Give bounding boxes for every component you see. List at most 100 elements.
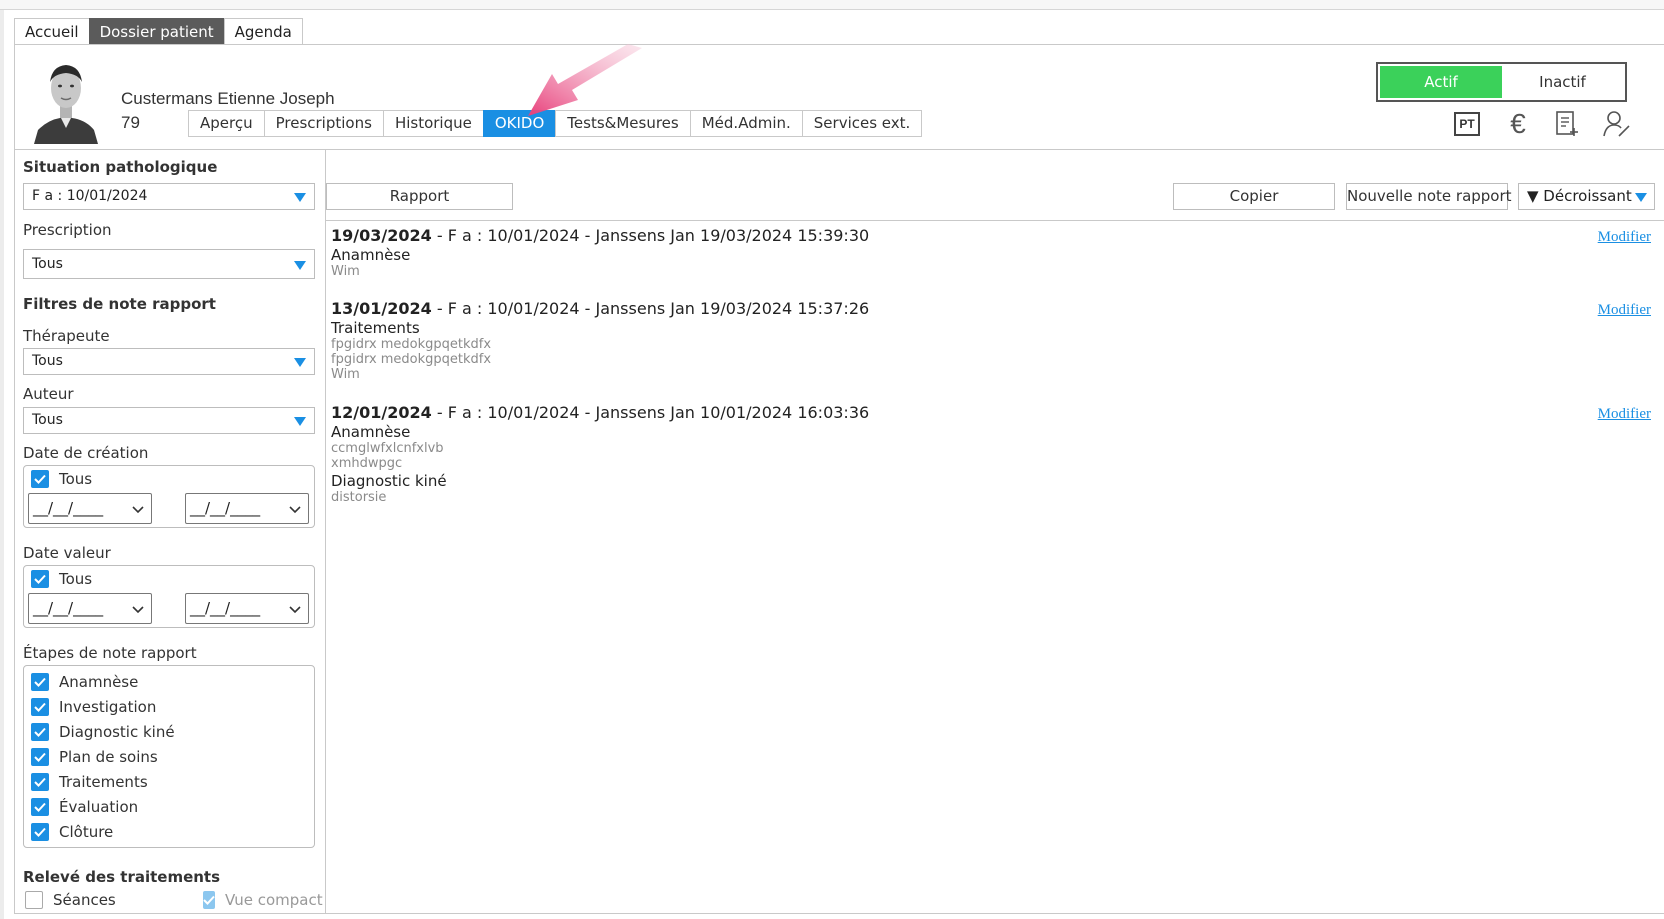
etape-label: Évaluation xyxy=(59,798,139,816)
chevron-down-icon xyxy=(132,506,144,514)
bottom-border xyxy=(15,913,1664,914)
date-creation-all-checkbox[interactable]: Tous xyxy=(31,470,92,488)
note-section-title: Diagnostic kiné xyxy=(331,472,447,490)
date-valeur-all-checkbox[interactable]: Tous xyxy=(31,570,92,588)
modifier-link[interactable]: Modifier xyxy=(1598,406,1651,423)
checkbox-checked-icon xyxy=(31,798,49,816)
seances-checkbox[interactable]: Séances xyxy=(25,891,116,909)
seances-label: Séances xyxy=(53,891,116,909)
therapeute-select[interactable]: Tous xyxy=(23,348,315,375)
etape-checkbox[interactable]: Investigation xyxy=(31,698,156,716)
toggle-actif[interactable]: Actif xyxy=(1380,66,1502,98)
note-header: 12/01/2024 - F a : 10/01/2024 - Janssens… xyxy=(331,403,1651,422)
etape-label: Anamnèse xyxy=(59,673,139,691)
date-valeur-to-value: __/__/____ xyxy=(190,599,261,617)
tab-prescriptions[interactable]: Prescriptions xyxy=(263,110,384,137)
date-creation-to-value: __/__/____ xyxy=(190,499,261,517)
date-valeur-to[interactable]: __/__/____ xyxy=(185,593,309,624)
dropdown-arrow-icon xyxy=(294,417,306,426)
main-tabs: Accueil Dossier patient Agenda xyxy=(14,18,303,45)
note-section-title: Anamnèse xyxy=(331,246,411,264)
date-valeur-from[interactable]: __/__/____ xyxy=(28,593,152,624)
situation-value: F a : 10/01/2024 xyxy=(32,188,148,204)
etape-label: Traitements xyxy=(59,773,148,791)
checkbox-checked-icon xyxy=(31,698,49,716)
prescription-value: Tous xyxy=(32,256,63,272)
therapeute-label: Thérapeute xyxy=(23,327,110,345)
annotation-arrow-icon xyxy=(528,44,642,116)
date-valeur-from-value: __/__/____ xyxy=(33,599,104,617)
etape-checkbox[interactable]: Traitements xyxy=(31,773,148,791)
etape-label: Clôture xyxy=(59,823,114,841)
note-entry: 12/01/2024 - F a : 10/01/2024 - Janssens… xyxy=(331,403,1651,505)
date-creation-from-value: __/__/____ xyxy=(33,499,104,517)
dropdown-arrow-icon xyxy=(294,261,306,270)
note-section-line: Wim xyxy=(331,264,360,279)
note-date: 19/03/2024 xyxy=(331,226,432,245)
prescription-label: Prescription xyxy=(23,221,112,239)
note-section-line: ccmglwfxlcnfxlvb xyxy=(331,441,444,456)
tab-med-admin[interactable]: Méd.Admin. xyxy=(689,110,803,137)
euro-icon[interactable]: € xyxy=(1503,108,1533,139)
etape-checkbox[interactable]: Évaluation xyxy=(31,798,138,816)
note-header: 13/01/2024 - F a : 10/01/2024 - Janssens… xyxy=(331,299,1651,318)
note-section-line: fpgidrx medokgpqetkdfx xyxy=(331,337,492,352)
tab-services-ext[interactable]: Services ext. xyxy=(801,110,923,137)
auteur-label: Auteur xyxy=(23,385,74,403)
releve-heading: Relevé des traitements xyxy=(23,868,221,886)
tab-apercu[interactable]: Aperçu xyxy=(188,110,265,137)
note-date: 13/01/2024 xyxy=(331,299,432,318)
date-valeur-all-label: Tous xyxy=(59,570,93,588)
vue-compacte-checkbox[interactable]: Vue compacte xyxy=(203,891,323,909)
tab-dossier-patient[interactable]: Dossier patient xyxy=(88,18,225,45)
modifier-link[interactable]: Modifier xyxy=(1598,302,1651,319)
etape-checkbox[interactable]: Plan de soins xyxy=(31,748,158,766)
date-creation-to[interactable]: __/__/____ xyxy=(185,493,309,524)
auteur-select[interactable]: Tous xyxy=(23,407,315,434)
user-edit-icon[interactable] xyxy=(1602,109,1632,139)
tab-historique[interactable]: Historique xyxy=(382,110,484,137)
sort-select[interactable]: ▼ Décroissant xyxy=(1518,183,1655,210)
etape-label: Plan de soins xyxy=(59,748,158,766)
etape-checkbox[interactable]: Diagnostic kiné xyxy=(31,723,175,741)
checkbox-checked-icon xyxy=(31,570,49,588)
note-header: 19/03/2024 - F a : 10/01/2024 - Janssens… xyxy=(331,226,1651,245)
tab-agenda[interactable]: Agenda xyxy=(223,18,303,45)
date-creation-all-label: Tous xyxy=(59,470,93,488)
dropdown-arrow-icon xyxy=(294,193,306,202)
modifier-link[interactable]: Modifier xyxy=(1598,229,1651,246)
date-creation-from[interactable]: __/__/____ xyxy=(28,493,152,524)
checkbox-checked-icon xyxy=(203,891,215,909)
left-edge-strip xyxy=(0,10,4,919)
rapport-button[interactable]: Rapport xyxy=(326,183,513,210)
therapeute-value: Tous xyxy=(32,353,63,369)
situation-select[interactable]: F a : 10/01/2024 xyxy=(23,183,315,210)
checkbox-checked-icon xyxy=(31,748,49,766)
nouvelle-note-button[interactable]: Nouvelle note rapport xyxy=(1346,183,1512,210)
date-valeur-label: Date valeur xyxy=(23,544,111,562)
note-section-line: distorsie xyxy=(331,490,387,505)
filters-heading: Filtres de note rapport xyxy=(23,295,216,313)
note-meta: - F a : 10/01/2024 - Janssens Jan 10/01/… xyxy=(431,403,870,422)
toggle-inactif[interactable]: Inactif xyxy=(1502,66,1623,98)
window-top-bar xyxy=(0,0,1664,10)
tab-accueil[interactable]: Accueil xyxy=(14,18,90,45)
note-entry: 19/03/2024 - F a : 10/01/2024 - Janssens… xyxy=(331,226,1651,279)
note-section-title: Anamnèse xyxy=(331,423,411,441)
checkbox-checked-icon xyxy=(31,723,49,741)
status-toggle[interactable]: Actif Inactif xyxy=(1376,62,1627,102)
prescription-select[interactable]: Tous xyxy=(23,249,315,279)
chevron-down-icon xyxy=(289,506,301,514)
chevron-down-icon xyxy=(132,606,144,614)
auteur-value: Tous xyxy=(32,412,63,428)
note-section-title: Traitements xyxy=(331,319,420,337)
note-meta: - F a : 10/01/2024 - Janssens Jan 19/03/… xyxy=(431,299,870,318)
copier-button[interactable]: Copier xyxy=(1173,183,1335,210)
pt-icon[interactable]: PT xyxy=(1452,109,1482,139)
patient-photo xyxy=(32,56,100,144)
etape-checkbox[interactable]: Clôture xyxy=(31,823,113,841)
etape-checkbox[interactable]: Anamnèse xyxy=(31,673,138,691)
dropdown-arrow-icon xyxy=(294,358,306,367)
document-add-icon[interactable] xyxy=(1552,109,1582,139)
note-entry: 13/01/2024 - F a : 10/01/2024 - Janssens… xyxy=(331,299,1651,382)
